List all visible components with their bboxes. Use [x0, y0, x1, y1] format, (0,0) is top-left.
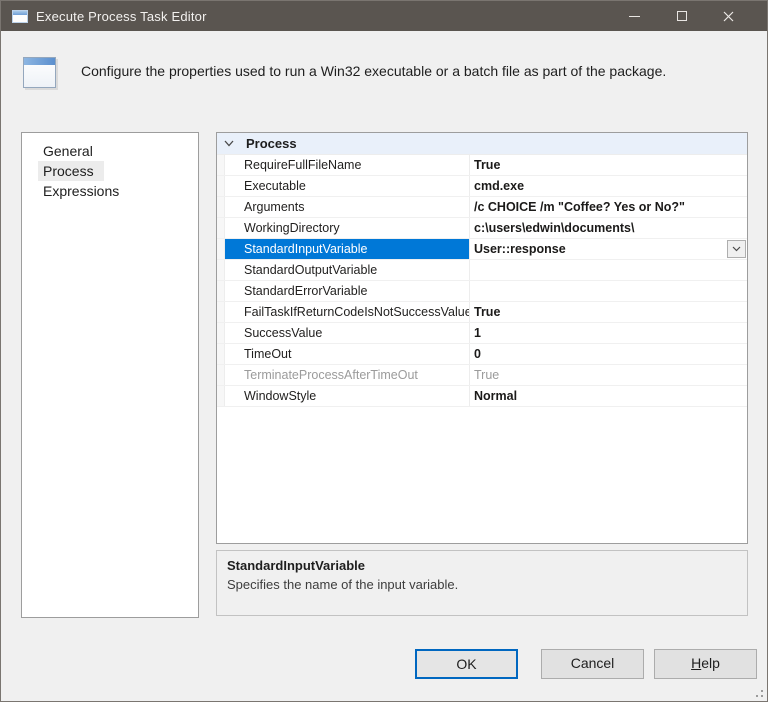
row-margin	[217, 281, 225, 301]
row-margin	[217, 176, 225, 196]
row-margin	[217, 323, 225, 343]
property-row[interactable]: WindowStyle Normal	[217, 386, 747, 407]
property-row[interactable]: SuccessValue 1	[217, 323, 747, 344]
property-label[interactable]: WorkingDirectory	[225, 218, 470, 238]
resize-grip[interactable]	[751, 685, 764, 698]
property-value[interactable]: 0	[470, 344, 747, 364]
property-label[interactable]: RequireFullFileName	[225, 155, 470, 175]
help-button[interactable]: Help	[654, 649, 757, 679]
property-value[interactable]: /c CHOICE /m "Coffee? Yes or No?"	[470, 197, 747, 217]
property-value[interactable]	[470, 260, 747, 280]
row-margin	[217, 260, 225, 280]
property-row[interactable]: StandardErrorVariable	[217, 281, 747, 302]
property-value[interactable]: c:\users\edwin\documents\	[470, 218, 747, 238]
property-description-panel: StandardInputVariable Specifies the name…	[216, 550, 748, 616]
task-window-icon	[23, 57, 56, 88]
cancel-button[interactable]: Cancel	[541, 649, 644, 679]
property-label[interactable]: WindowStyle	[225, 386, 470, 406]
property-value[interactable]: Normal	[470, 386, 747, 406]
ok-button[interactable]: OK	[415, 649, 518, 679]
property-description-text: Specifies the name of the input variable…	[227, 577, 459, 592]
property-row[interactable]: RequireFullFileName True	[217, 155, 747, 176]
property-value[interactable]: True	[470, 155, 747, 175]
dialog-description: Configure the properties used to run a W…	[81, 63, 667, 79]
property-description-title: StandardInputVariable	[227, 558, 365, 573]
property-value[interactable]: True	[470, 302, 747, 322]
row-margin	[217, 197, 225, 217]
property-grid[interactable]: Process RequireFullFileName True Executabl…	[216, 132, 748, 544]
caption-buttons	[611, 1, 752, 31]
property-label[interactable]: TimeOut	[225, 344, 470, 364]
sidebar-item-process[interactable]: Process	[38, 161, 104, 181]
page-list[interactable]: General Process Expressions	[21, 132, 199, 618]
row-margin	[217, 386, 225, 406]
property-row[interactable]: StandardInputVariable User::response	[217, 239, 747, 260]
property-row[interactable]: Executable cmd.exe	[217, 176, 747, 197]
sidebar-item-general[interactable]: General	[38, 141, 103, 161]
property-value[interactable]: 1	[470, 323, 747, 343]
property-row[interactable]: FailTaskIfReturnCodeIsNotSuccessValue Tru…	[217, 302, 747, 323]
property-row[interactable]: TimeOut 0	[217, 344, 747, 365]
property-row[interactable]: WorkingDirectory c:\users\edwin\documents…	[217, 218, 747, 239]
property-value[interactable]	[470, 281, 747, 301]
property-label[interactable]: SuccessValue	[225, 323, 470, 343]
property-value[interactable]: cmd.exe	[470, 176, 747, 196]
property-label[interactable]: TerminateProcessAfterTimeOut	[225, 365, 470, 385]
property-label[interactable]: FailTaskIfReturnCodeIsNotSuccessValue	[225, 302, 470, 322]
sidebar-item-expressions[interactable]: Expressions	[38, 181, 129, 201]
minimize-button[interactable]	[611, 1, 658, 31]
window-icon	[12, 9, 28, 23]
row-margin	[217, 155, 225, 175]
close-button[interactable]	[705, 1, 752, 31]
dropdown-button[interactable]	[727, 240, 746, 258]
property-label[interactable]: Arguments	[225, 197, 470, 217]
property-label[interactable]: StandardInputVariable	[225, 239, 470, 259]
row-margin	[217, 344, 225, 364]
category-row-process[interactable]: Process	[217, 133, 747, 155]
maximize-icon	[676, 11, 687, 21]
property-label[interactable]: StandardErrorVariable	[225, 281, 470, 301]
row-margin	[217, 302, 225, 322]
row-margin	[217, 365, 225, 385]
row-margin	[217, 218, 225, 238]
property-label[interactable]: Executable	[225, 176, 470, 196]
property-value[interactable]: True	[470, 365, 747, 385]
property-value[interactable]: User::response	[470, 239, 747, 259]
property-row[interactable]: Arguments/c CHOICE /m "Coffee? Yes or No…	[217, 197, 747, 218]
property-row[interactable]: TerminateProcessAfterTimeOut True	[217, 365, 747, 386]
category-label: Process	[246, 136, 297, 151]
property-label[interactable]: StandardOutputVariable	[225, 260, 470, 280]
property-row[interactable]: StandardOutputVariable	[217, 260, 747, 281]
chevron-down-icon[interactable]	[224, 138, 236, 150]
close-icon	[723, 11, 734, 21]
window-title: Execute Process Task Editor	[36, 8, 207, 24]
row-margin	[217, 239, 225, 259]
chevron-down-icon	[732, 246, 741, 252]
execute-process-task-editor-dialog: Execute Process Task Editor Configure th…	[0, 0, 768, 702]
maximize-button[interactable]	[658, 1, 705, 31]
minimize-icon	[629, 15, 640, 17]
title-bar[interactable]: Execute Process Task Editor	[1, 1, 767, 31]
